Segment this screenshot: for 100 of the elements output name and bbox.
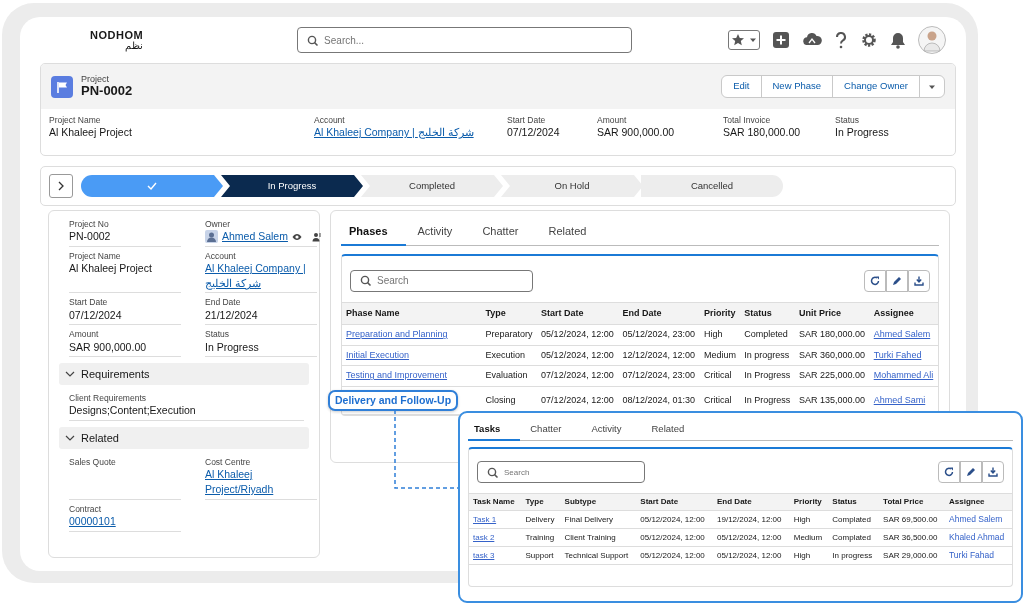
highlighted-link[interactable]: Delivery and Follow-Up: [328, 389, 459, 412]
field-value: PN-0002: [69, 229, 111, 244]
column-header: Assignee: [869, 302, 938, 325]
row-link[interactable]: Task 1: [473, 514, 497, 524]
path-stage[interactable]: Cancelled: [641, 175, 783, 197]
assignee-link[interactable]: Ahmed Salem: [873, 329, 931, 339]
column-header: Total Price: [879, 493, 945, 511]
field-link[interactable]: Al Khaleej Company | شركة الخليج: [314, 125, 474, 140]
plus-icon[interactable]: [772, 31, 790, 49]
tab[interactable]: Phases: [341, 219, 406, 246]
field-label: Cost Centre: [205, 457, 252, 468]
chevron-down-icon: [65, 370, 75, 379]
table-cell: Medium: [699, 345, 741, 366]
row-link[interactable]: Testing and Improvement: [346, 370, 448, 380]
tab[interactable]: Tasks: [468, 419, 521, 442]
tab[interactable]: Related: [540, 219, 605, 246]
field-label: Amount: [69, 329, 100, 340]
edit-button[interactable]: [960, 461, 982, 484]
tab[interactable]: Related: [645, 419, 705, 442]
table-cell: Execution: [481, 345, 538, 366]
table-cell: Technical Support: [560, 546, 637, 565]
column-header: Priority: [699, 302, 741, 325]
download-button[interactable]: [908, 269, 930, 292]
field-value: 21/12/2024: [205, 307, 258, 323]
path-stage[interactable]: On Hold: [501, 175, 643, 197]
column-header: Start Date: [537, 302, 619, 325]
table-cell: Complated: [828, 510, 880, 529]
path-stage[interactable]: Completed: [361, 175, 503, 197]
bell-icon[interactable]: [890, 31, 906, 49]
table-cell: 05/12/2024, 12:00: [636, 528, 713, 547]
table-cell: 07/12/2024, 23:00: [618, 365, 700, 386]
tab[interactable]: Activity: [585, 419, 642, 442]
table-cell: 07/12/2024, 12:00: [537, 365, 619, 386]
table-cell: 05/12/2024, 12:00: [713, 546, 790, 565]
row-link[interactable]: Initial Execution: [346, 349, 410, 360]
field-link[interactable]: Al Khaleej Project/Riyadh: [205, 467, 317, 497]
row-link[interactable]: task 3: [473, 550, 495, 560]
column-header: Start Date: [636, 493, 713, 511]
edit-button[interactable]: [886, 269, 908, 292]
assignee-link[interactable]: Khaled Ahmad: [949, 532, 1005, 543]
field-link[interactable]: Ahmed Salem: [222, 229, 288, 244]
column-header: End Date: [618, 302, 700, 325]
change-owner-icon[interactable]: [311, 231, 322, 242]
search-field[interactable]: Search: [477, 461, 645, 484]
row-link[interactable]: Preparation and Planning: [346, 329, 448, 339]
assignee-link[interactable]: Ahmed Salem: [949, 514, 1003, 525]
field-link[interactable]: Al Khaleej Company | شركة الخليج: [205, 261, 317, 291]
caret-icon: [749, 36, 757, 44]
section-header[interactable]: Related: [59, 427, 309, 450]
table-cell: Support: [521, 546, 561, 565]
assignee-link[interactable]: Mohammed Ali: [873, 370, 934, 380]
tab[interactable]: Activity: [409, 219, 471, 246]
refresh-button[interactable]: [938, 461, 960, 484]
row-link[interactable]: task 2: [473, 532, 495, 542]
search-icon: [487, 466, 498, 478]
field-label: Account: [205, 250, 237, 262]
star-icon: [731, 33, 745, 47]
path-stage[interactable]: [81, 175, 223, 197]
download-button[interactable]: [982, 461, 1004, 484]
refresh-button[interactable]: [864, 269, 886, 292]
eye-icon[interactable]: [291, 232, 302, 241]
assignee-link[interactable]: Turki Fahad: [949, 550, 995, 561]
table-cell: Client Training: [560, 528, 637, 547]
field-link[interactable]: 00000101: [69, 513, 116, 529]
table-cell: 05/12/2024, 23:00: [618, 324, 700, 345]
expand-button[interactable]: [49, 174, 73, 198]
table-cell: Final Delivery: [560, 510, 637, 529]
field-label: Total Invoice: [723, 115, 772, 126]
table-cell: In progress: [740, 345, 795, 366]
field-value: Designs;Content;Execution: [69, 403, 196, 419]
assignee-link[interactable]: Turki Fahed: [873, 349, 922, 360]
action-button[interactable]: Change Owner: [832, 75, 920, 98]
tab[interactable]: Chatter: [524, 419, 582, 442]
object-label: Project: [81, 74, 110, 84]
refresh-icon: [870, 275, 880, 286]
table-cell: Training: [521, 528, 561, 547]
field-value: 07/12/2024: [69, 307, 122, 323]
action-button[interactable]: Edit: [721, 75, 762, 98]
help-icon[interactable]: [834, 31, 848, 49]
section-header[interactable]: Requirements: [59, 363, 309, 386]
table-cell: SAR 180,000.00: [794, 324, 870, 345]
tab[interactable]: Chatter: [474, 219, 537, 246]
assignee-link[interactable]: Ahmed Sami: [873, 394, 926, 405]
path-stage[interactable]: In Progress: [221, 175, 363, 197]
field-label: Amount: [597, 115, 628, 126]
field-label: End Date: [205, 297, 242, 308]
table-cell: 12/12/2024, 12:00: [618, 345, 700, 366]
action-button[interactable]: New Phase: [760, 75, 834, 98]
user-icon: [205, 230, 218, 244]
table-cell: 05/12/2024, 12:00: [537, 324, 619, 345]
settings-icon[interactable]: [860, 31, 878, 49]
field-value: In Progress: [205, 339, 259, 355]
field-value: In Progress: [835, 125, 889, 140]
column-header: Subtype: [560, 493, 637, 511]
column-header: Status: [740, 302, 795, 325]
search-field[interactable]: Search...: [297, 27, 633, 53]
favorites-button[interactable]: [728, 30, 760, 50]
search-field[interactable]: Search: [350, 269, 533, 292]
table-cell: 05/12/2024, 12:00: [636, 510, 713, 529]
table-cell: High: [789, 510, 829, 529]
